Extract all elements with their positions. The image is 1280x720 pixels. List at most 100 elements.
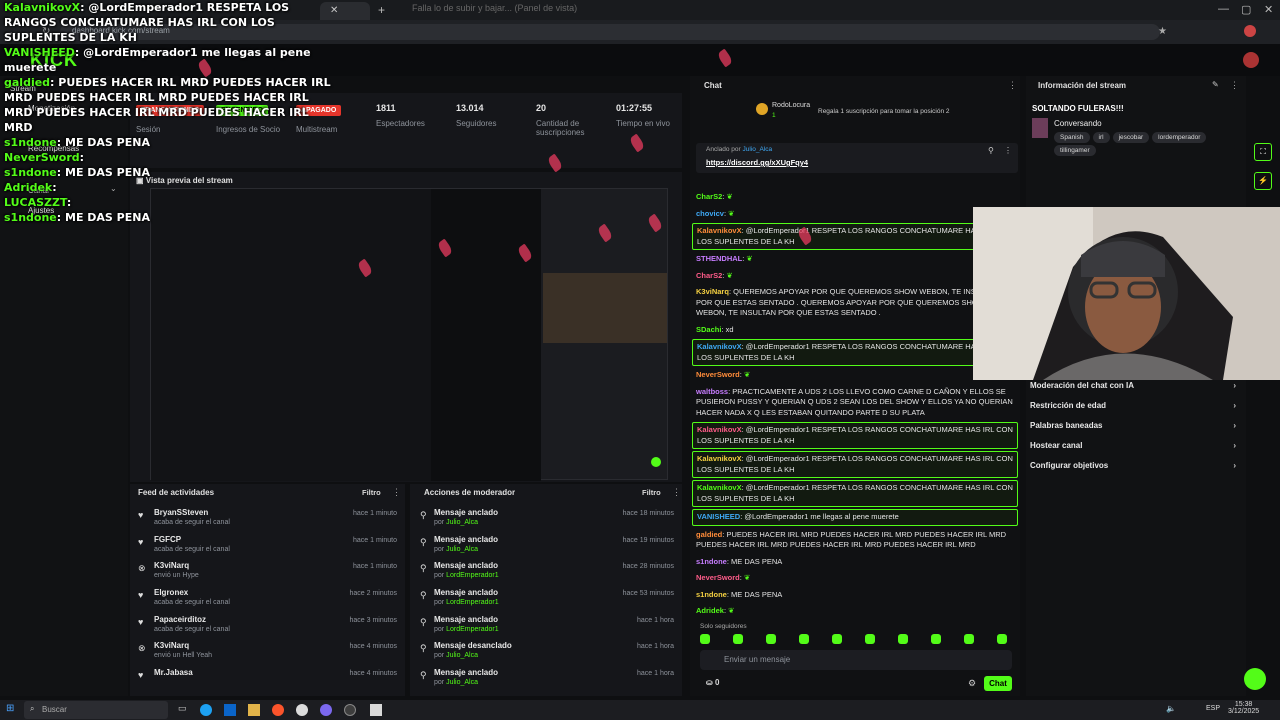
category-name[interactable]: Conversando [1054, 119, 1102, 128]
mod-action-user[interactable]: Julio_Alca [446, 519, 478, 526]
channel-tool-item[interactable]: Configurar objetivos › [1030, 461, 1242, 481]
chat-username[interactable]: galdied [696, 530, 722, 539]
channel-tool-item[interactable]: Hostear canal › [1030, 441, 1242, 461]
language-indicator[interactable]: ESP [1206, 705, 1220, 712]
mod-action-row[interactable]: ⚲ Mensaje anclado por LordEmperador1 hace 1… [410, 613, 682, 640]
user-avatar[interactable] [1243, 52, 1259, 68]
mod-action-row[interactable]: ⚲ Mensaje anclado por Julio_Alca hace 19 mi… [410, 533, 682, 560]
chat-message[interactable]: KalavnikovX: @LordEmperador1 RESPETA LOS… [692, 480, 1018, 507]
activity-user[interactable]: K3viNarq [154, 561, 189, 570]
chat-message[interactable]: s1ndone: ME DAS PENA [692, 555, 1018, 570]
edge-icon[interactable] [200, 704, 212, 716]
windows-start-icon[interactable]: ⊞ [6, 703, 14, 714]
chat-message[interactable]: STHENDHAL: ❦ [692, 252, 1018, 267]
chat-message[interactable]: chovicv: ❦ [692, 207, 1018, 222]
obs-icon[interactable] [344, 704, 356, 716]
emote-icon[interactable] [766, 634, 776, 644]
activity-user[interactable]: K3viNarq [154, 641, 189, 650]
chat-username[interactable]: K3viNarq [696, 287, 729, 296]
app-icon[interactable] [370, 704, 382, 716]
gift-prompt[interactable]: Regala 1 suscripción para tomar la posic… [818, 108, 950, 115]
activity-row[interactable]: ♥ Elgronex acaba de seguir el canal hace 2 … [130, 586, 405, 613]
chat-message[interactable]: Adridek: ❦ [692, 604, 1018, 618]
brave-icon[interactable] [272, 704, 284, 716]
mod-action-user[interactable]: LordEmperador1 [446, 599, 499, 606]
chat-message[interactable]: NeverSword: ❦ [692, 571, 1018, 586]
tag-pill[interactable]: Spanish [1054, 132, 1090, 143]
pin-icon[interactable]: ⚲ [988, 146, 994, 155]
chat-username[interactable]: chovicv [696, 209, 724, 218]
mod-action-user[interactable]: Julio_Alca [446, 679, 478, 686]
channel-points[interactable]: ⛀ 0 [706, 678, 719, 687]
chat-username[interactable]: KalavnikovX [697, 483, 742, 492]
mod-action-user[interactable]: Julio_Alca [446, 652, 478, 659]
pinned-by-user[interactable]: Julio_Alca [743, 146, 773, 153]
stream-preview-video[interactable] [150, 188, 668, 481]
mod-action-row[interactable]: ⚲ Mensaje anclado por Julio_Alca hace 18 mi… [410, 506, 682, 533]
new-tab-button[interactable]: + [378, 3, 385, 17]
mod-action-user[interactable]: LordEmperador1 [446, 626, 499, 633]
activity-row[interactable]: ♥ Papaceirditoz acaba de seguir el canal ha… [130, 613, 405, 640]
mod-action-row[interactable]: ⚲ Mensaje anclado por LordEmperador1 hace 2… [410, 559, 682, 586]
emote-icon[interactable] [997, 634, 1007, 644]
chat-username[interactable]: CharS2 [696, 271, 722, 280]
chat-message[interactable]: NeverSword: ❦ [692, 368, 1018, 383]
tab-title[interactable]: Falla lo de subir y bajar... (Panel de v… [412, 3, 577, 13]
mod-action-user[interactable]: Julio_Alca [446, 546, 478, 553]
category-thumbnail[interactable] [1032, 118, 1048, 138]
profile-avatar[interactable] [1244, 25, 1256, 37]
close-window-button[interactable]: ✕ [1264, 3, 1273, 16]
more-options-icon[interactable]: ⋮ [672, 487, 681, 498]
mod-action-row[interactable]: ⚲ Mensaje anclado por LordEmperador1 hace 5… [410, 586, 682, 613]
chat-username[interactable]: s1ndone [696, 590, 727, 599]
modactions-filter-button[interactable]: Filtro [642, 488, 661, 497]
chat-username[interactable]: STHENDHAL [696, 254, 742, 263]
more-options-icon[interactable]: ⋮ [1008, 80, 1017, 91]
more-options-icon[interactable]: ⋮ [1004, 146, 1012, 155]
volume-icon[interactable]: 🔈 [1166, 704, 1176, 713]
chat-message[interactable]: KalavnikovX: @LordEmperador1 RESPETA LOS… [692, 451, 1018, 478]
file-explorer-icon[interactable] [248, 704, 260, 716]
chat-message[interactable]: CharS2: ❦ [692, 269, 1018, 284]
emote-icon[interactable] [799, 634, 809, 644]
activity-row[interactable]: ⊗ K3viNarq envió un Hell Yeah hace 4 minuto… [130, 639, 405, 666]
chat-message[interactable]: waltboss: PRACTICAMENTE A UDS 2 LOS LLEV… [692, 385, 1018, 421]
activity-row[interactable]: ♥ FGFCP acaba de seguir el canal hace 1 min… [130, 533, 405, 560]
chat-message[interactable]: KalavnikovX: @LordEmperador1 RESPETA LOS… [692, 422, 1018, 449]
emote-icon[interactable] [700, 634, 710, 644]
chat-input[interactable]: Enviar un mensaje [700, 650, 1012, 670]
pinned-message[interactable]: Anclado por Julio_Alca https://discord.g… [696, 143, 1018, 173]
top-supporter-name[interactable]: RodoLocura [772, 102, 810, 109]
minimize-button[interactable]: — [1218, 3, 1229, 15]
chrome-icon[interactable] [296, 704, 308, 716]
activity-user[interactable]: Mr.Jabasa [154, 668, 193, 677]
chat-username[interactable]: Adridek [696, 606, 724, 615]
activity-filter-button[interactable]: Filtro [362, 488, 381, 497]
emote-icon[interactable] [964, 634, 974, 644]
channel-tool-item[interactable]: Palabras baneadas › [1030, 421, 1242, 441]
chat-message[interactable]: VANISHEED: @LordEmperador1 me llegas al … [692, 509, 1018, 526]
activity-user[interactable]: FGFCP [154, 535, 181, 544]
activity-row[interactable]: ⊗ K3viNarq envió un Hype hace 1 minuto [130, 559, 405, 586]
emote-icon[interactable] [898, 634, 908, 644]
chat-message[interactable]: KalavnikovX: @LordEmperador1 RESPETA LOS… [692, 223, 1018, 250]
activity-user[interactable]: Elgronex [154, 588, 188, 597]
chat-message[interactable]: SDachi: xd [692, 323, 1018, 338]
emote-icon[interactable] [931, 634, 941, 644]
taskview-icon[interactable]: ▭ [178, 703, 187, 714]
edit-pencil-icon[interactable]: ✎ [1212, 80, 1219, 89]
chat-username[interactable]: VANISHEED [697, 512, 740, 521]
maximize-button[interactable]: ▢ [1241, 3, 1251, 16]
chat-username[interactable]: waltboss [696, 387, 728, 396]
mod-action-row[interactable]: ⚲ Mensaje anclado por Julio_Alca hace 1 hor… [410, 666, 682, 693]
chat-username[interactable]: CharS2 [696, 192, 722, 201]
chat-message[interactable]: s1ndone: ME DAS PENA [692, 588, 1018, 603]
side-tool-icon[interactable]: ⚡ [1254, 172, 1272, 190]
chat-username[interactable]: NeverSword [696, 370, 740, 379]
chat-message[interactable]: KalavnikovX: @LordEmperador1 RESPETA LOS… [692, 339, 1018, 366]
outlook-icon[interactable] [224, 704, 236, 716]
side-tool-icon[interactable]: ⛶ [1254, 143, 1272, 161]
tag-pill[interactable]: lordemperador [1152, 132, 1207, 143]
pinned-link[interactable]: https://discord.gg/xXUgFqy4 [706, 158, 808, 167]
chat-username[interactable]: NeverSword [696, 573, 740, 582]
